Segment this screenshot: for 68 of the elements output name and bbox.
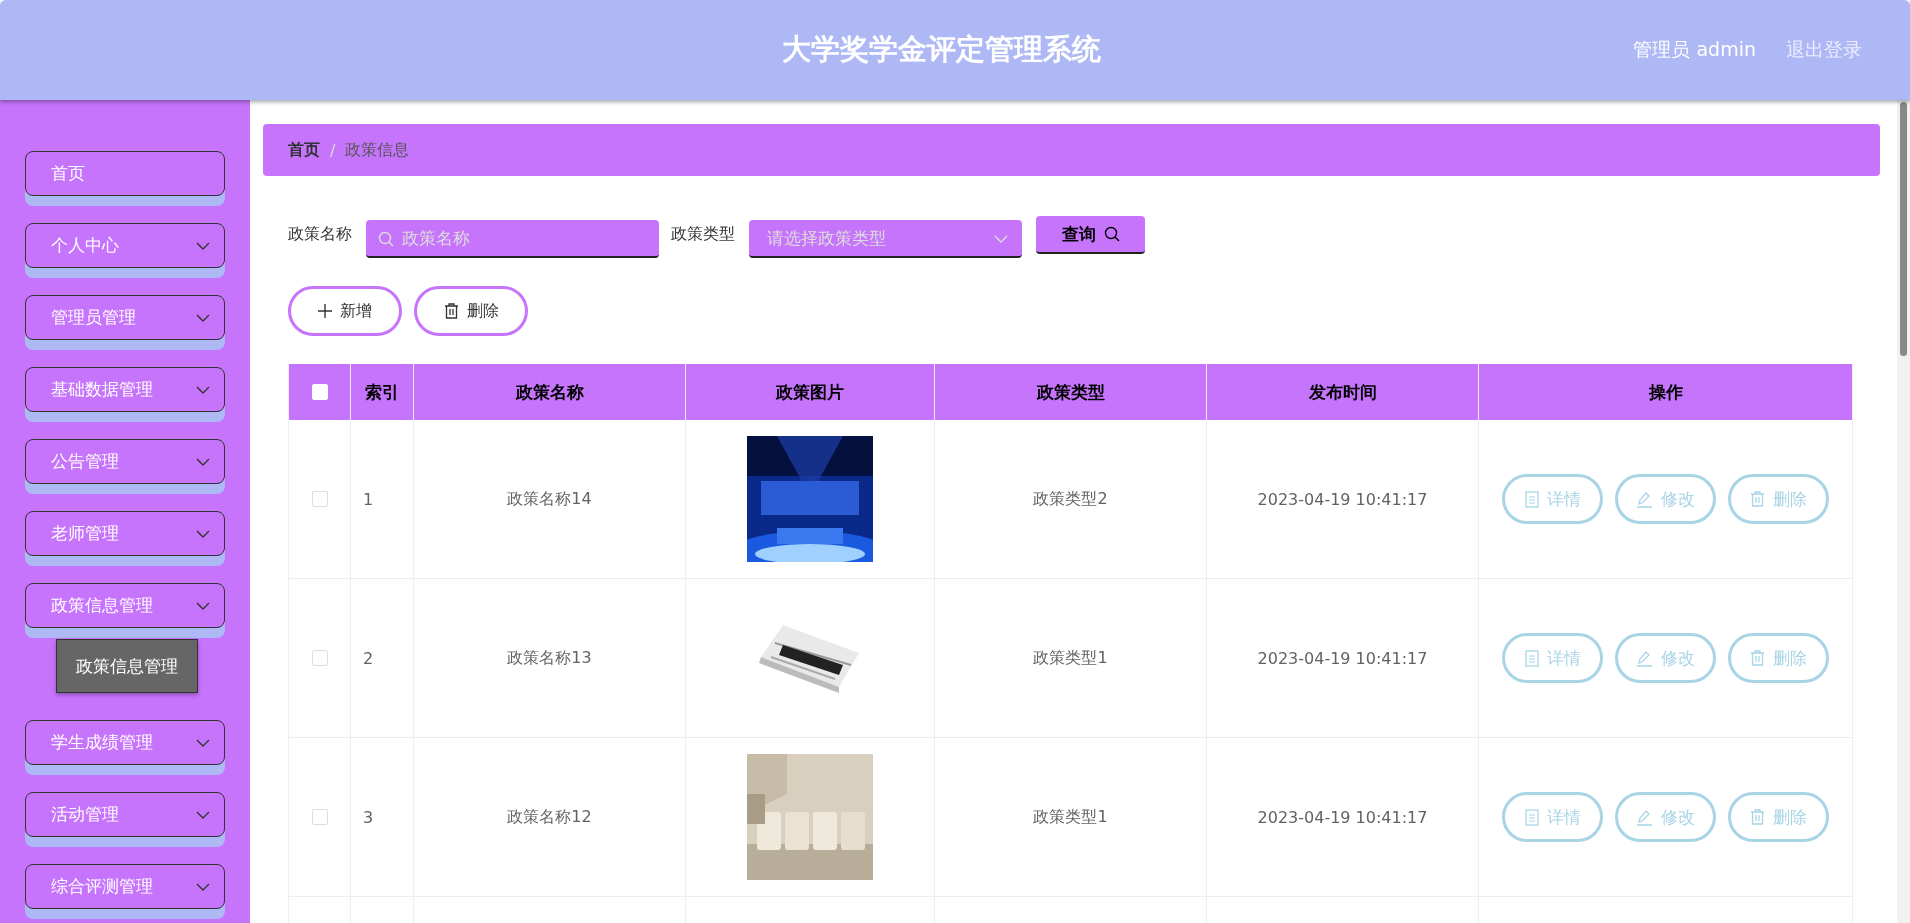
- details-button[interactable]: 详情: [1502, 792, 1603, 842]
- trash-icon: [443, 303, 459, 319]
- document-icon: [1524, 808, 1539, 826]
- table-cell: 政策类型2: [935, 420, 1207, 579]
- chevron-icon: [196, 810, 210, 819]
- table-cell: 政策名称14: [414, 420, 686, 579]
- checkbox[interactable]: [311, 650, 328, 666]
- breadcrumb-link[interactable]: 首页: [288, 139, 320, 161]
- scrollbar[interactable]: [1897, 100, 1910, 923]
- pencil-icon: [1636, 808, 1653, 826]
- edit-button[interactable]: 修改: [1615, 633, 1716, 683]
- chevron-icon: [196, 313, 210, 322]
- trash-icon: [1750, 491, 1765, 507]
- table-cell: 1: [351, 420, 414, 579]
- chevron-icon: [196, 241, 210, 250]
- delete-button[interactable]: 删除: [1728, 792, 1829, 842]
- column-header: 政策类型: [935, 364, 1207, 420]
- table-cell: 2023-04-19 10:41:17: [1207, 738, 1479, 897]
- chevron-icon: [994, 235, 1008, 243]
- table-cell: 3: [351, 738, 414, 897]
- search-icon: [1103, 226, 1120, 242]
- query-button[interactable]: 查询: [1036, 216, 1145, 254]
- breadcrumb-separator: /: [330, 140, 336, 160]
- edit-button[interactable]: 修改: [1615, 474, 1716, 524]
- column-header: 政策图片: [686, 364, 935, 420]
- dropdown-field[interactable]: 请选择政策类型: [749, 220, 1022, 258]
- plus-icon: [318, 304, 332, 318]
- table-cell: 政策名称13: [414, 579, 686, 738]
- chevron-icon: [196, 385, 210, 394]
- delete-button[interactable]: 删除: [1728, 633, 1829, 683]
- checkbox[interactable]: [311, 491, 328, 507]
- trash-icon: [1750, 809, 1765, 825]
- field-label: 政策类型: [671, 224, 735, 245]
- table-cell: 2023-04-19 10:41:17: [1207, 420, 1479, 579]
- submenu-item[interactable]: 政策信息管理: [56, 639, 198, 693]
- user-name: 管理员 admin: [1633, 37, 1756, 62]
- checkbox[interactable]: [311, 809, 328, 825]
- add-button[interactable]: 新增: [288, 286, 402, 336]
- trash-icon: [1750, 650, 1765, 666]
- column-header: 操作: [1479, 364, 1853, 420]
- chevron-icon: [196, 882, 210, 891]
- table-cell: 政策类型1: [935, 579, 1207, 738]
- column-header: 发布时间: [1207, 364, 1479, 420]
- delete-button[interactable]: 删除: [1728, 474, 1829, 524]
- breadcrumb-link[interactable]: 政策信息: [345, 139, 410, 161]
- pencil-icon: [1636, 490, 1653, 508]
- pencil-icon: [1636, 649, 1653, 667]
- search-field[interactable]: 政策名称: [366, 220, 659, 258]
- table-cell: 政策类型1: [935, 738, 1207, 897]
- details-button[interactable]: 详情: [1502, 474, 1603, 524]
- table-cell: 政策名称12: [414, 738, 686, 897]
- table-cell: 2: [351, 579, 414, 738]
- table-cell: 2023-04-19 10:41:17: [1207, 579, 1479, 738]
- edit-button[interactable]: 修改: [1615, 792, 1716, 842]
- search-icon: [378, 231, 394, 247]
- chevron-icon: [196, 601, 210, 610]
- document-icon: [1524, 490, 1539, 508]
- column-header: 索引: [351, 364, 414, 420]
- column-header: 政策名称: [414, 364, 686, 420]
- field-label: 政策名称: [288, 224, 352, 245]
- chevron-icon: [196, 457, 210, 466]
- chevron-icon: [196, 529, 210, 538]
- details-button[interactable]: 详情: [1502, 633, 1603, 683]
- system-title: 大学奖学金评定管理系统: [781, 31, 1103, 68]
- delete-button[interactable]: 删除: [414, 286, 528, 336]
- logout-link[interactable]: 退出登录: [1786, 37, 1862, 63]
- document-icon: [1524, 649, 1539, 667]
- chevron-icon: [196, 738, 210, 747]
